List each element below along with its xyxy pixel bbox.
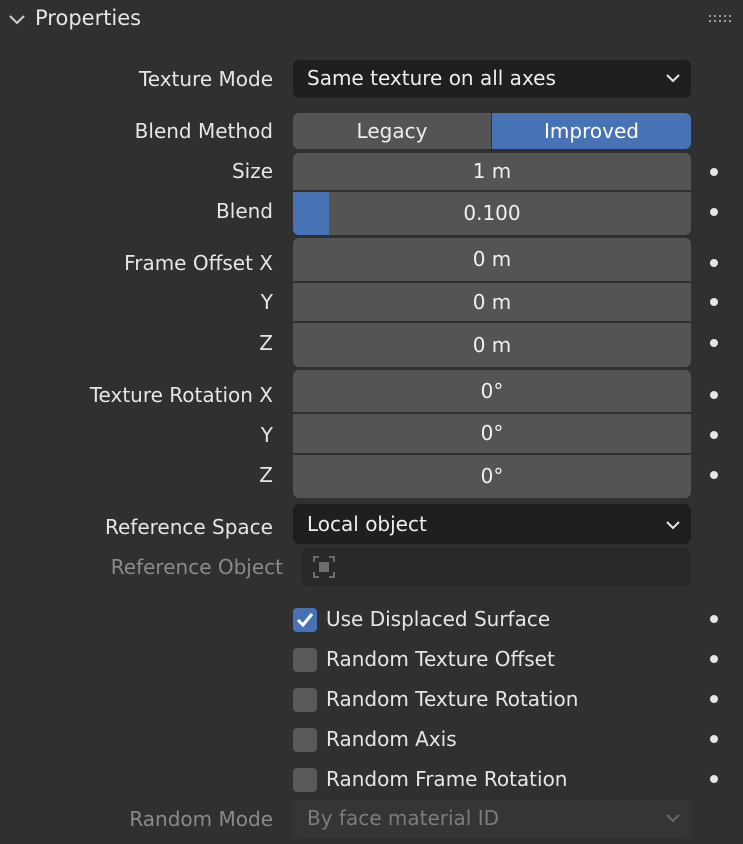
texture-mode-dropdown[interactable]: Same texture on all axes	[293, 60, 691, 98]
keyframe-dot-frame-offset-y[interactable]	[710, 298, 718, 306]
keyframe-dot-texture-rotation-z[interactable]	[710, 471, 718, 479]
keyframe-dot-random-texture-rotation[interactable]	[710, 695, 718, 703]
object-eyedropper-icon	[313, 556, 335, 578]
keyframe-dot-use-displaced-surface[interactable]	[710, 615, 718, 623]
chevron-down-icon[interactable]	[8, 14, 26, 26]
texture-rotation-y-label: Y	[260, 423, 273, 447]
texture-rotation-x-field[interactable]: 0°	[293, 370, 691, 412]
random-frame-rotation-checkbox[interactable]	[293, 768, 317, 792]
random-mode-label: Random Mode	[129, 807, 273, 831]
random-axis-label: Random Axis	[326, 727, 457, 751]
size-field[interactable]: 1 m	[293, 153, 691, 190]
blend-method-label: Blend Method	[134, 119, 273, 143]
keyframe-dot-size[interactable]	[710, 168, 718, 176]
random-texture-offset-label: Random Texture Offset	[326, 647, 555, 671]
reference-space-label: Reference Space	[104, 515, 273, 539]
texture-rotation-z-label: Z	[259, 463, 273, 487]
random-texture-rotation-checkbox[interactable]	[293, 688, 317, 712]
texture-mode-label: Texture Mode	[138, 67, 273, 91]
frame-offset-z-field[interactable]: 0 m	[293, 323, 691, 367]
panel-title: Properties	[35, 6, 142, 30]
random-mode-value: By face material ID	[307, 806, 500, 830]
size-value: 1 m	[472, 159, 512, 183]
keyframe-dot-frame-offset-x[interactable]	[710, 259, 718, 267]
random-texture-rotation-label: Random Texture Rotation	[326, 687, 579, 711]
keyframe-dot-random-texture-offset[interactable]	[710, 655, 718, 663]
keyframe-dot-blend[interactable]	[710, 208, 718, 216]
texture-rotation-x-value: 0°	[480, 379, 504, 403]
random-axis-checkbox[interactable]	[293, 728, 317, 752]
reference-space-value: Local object	[307, 512, 427, 536]
texture-rotation-y-value: 0°	[480, 421, 504, 445]
keyframe-dot-texture-rotation-x[interactable]	[710, 391, 718, 399]
blend-method-improved[interactable]: Improved	[492, 113, 691, 149]
blend-method-legacy-label: Legacy	[356, 119, 428, 143]
keyframe-dot-frame-offset-z[interactable]	[710, 339, 718, 347]
keyframe-dot-random-frame-rotation[interactable]	[710, 775, 718, 783]
checkmark-icon	[296, 613, 314, 628]
texture-rotation-z-field[interactable]: 0°	[293, 455, 691, 498]
random-texture-offset-checkbox[interactable]	[293, 648, 317, 672]
blend-slider[interactable]: 0.100	[293, 192, 691, 235]
chevron-down-icon	[666, 521, 680, 530]
frame-offset-z-value: 0 m	[472, 333, 512, 357]
panel-header[interactable]: Properties	[0, 0, 743, 40]
frame-offset-x-field[interactable]: 0 m	[293, 238, 691, 281]
random-frame-rotation-label: Random Frame Rotation	[326, 767, 568, 791]
keyframe-dot-random-axis[interactable]	[710, 735, 718, 743]
chevron-down-icon	[666, 74, 680, 83]
random-mode-dropdown[interactable]: By face material ID	[293, 800, 691, 838]
texture-rotation-x-label: Texture Rotation X	[89, 383, 273, 407]
texture-rotation-y-field[interactable]: 0°	[293, 414, 691, 453]
frame-offset-x-value: 0 m	[472, 247, 512, 271]
frame-offset-y-field[interactable]: 0 m	[293, 283, 691, 321]
blend-method-improved-label: Improved	[544, 119, 639, 143]
keyframe-dot-texture-rotation-y[interactable]	[710, 431, 718, 439]
reference-space-dropdown[interactable]: Local object	[293, 504, 691, 544]
blend-value: 0.100	[463, 201, 521, 225]
frame-offset-y-value: 0 m	[472, 290, 512, 314]
use-displaced-surface-label: Use Displaced Surface	[326, 607, 551, 631]
frame-offset-x-label: Frame Offset X	[124, 251, 273, 275]
reference-object-label: Reference Object	[110, 555, 283, 579]
texture-rotation-z-value: 0°	[480, 464, 504, 488]
chevron-down-icon	[666, 814, 680, 823]
texture-mode-value: Same texture on all axes	[307, 66, 556, 90]
blend-method-toggle: Legacy Improved	[293, 113, 691, 149]
blend-label: Blend	[216, 199, 273, 223]
blend-slider-fill	[293, 192, 329, 235]
frame-offset-y-label: Y	[260, 290, 273, 314]
grip-dots-icon[interactable]	[708, 14, 732, 24]
blend-method-legacy[interactable]: Legacy	[293, 113, 491, 149]
reference-object-field[interactable]	[302, 548, 691, 586]
use-displaced-surface-checkbox[interactable]	[293, 608, 317, 632]
frame-offset-z-label: Z	[259, 331, 273, 355]
size-label: Size	[231, 159, 273, 183]
